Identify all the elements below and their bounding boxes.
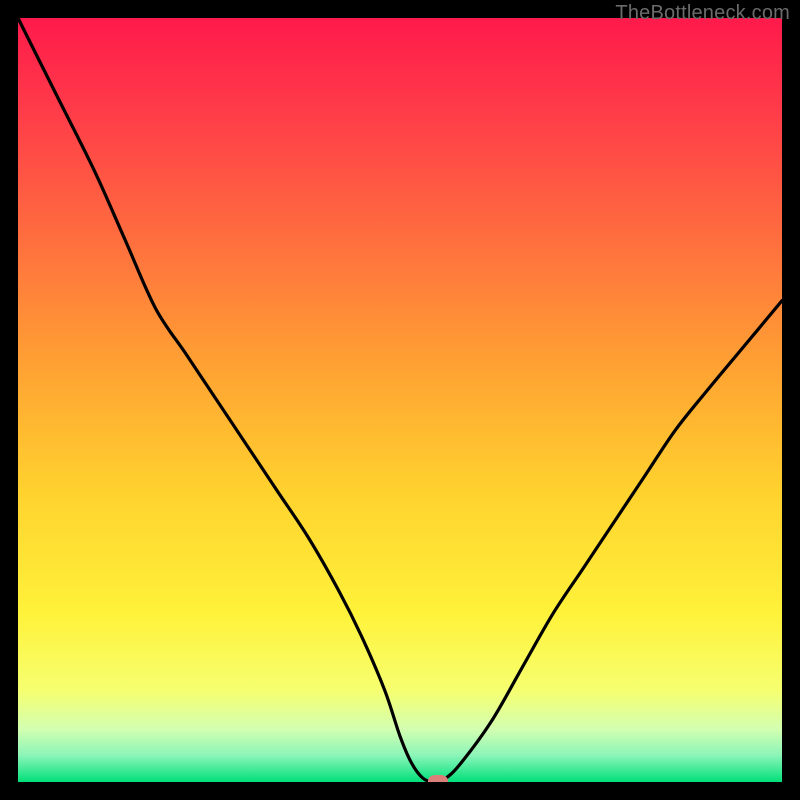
gradient-background [18,18,782,782]
optimum-marker [428,775,448,782]
plot-area [18,18,782,782]
watermark-text: TheBottleneck.com [615,2,790,25]
chart-frame: TheBottleneck.com [0,0,800,800]
chart-svg [18,18,782,782]
